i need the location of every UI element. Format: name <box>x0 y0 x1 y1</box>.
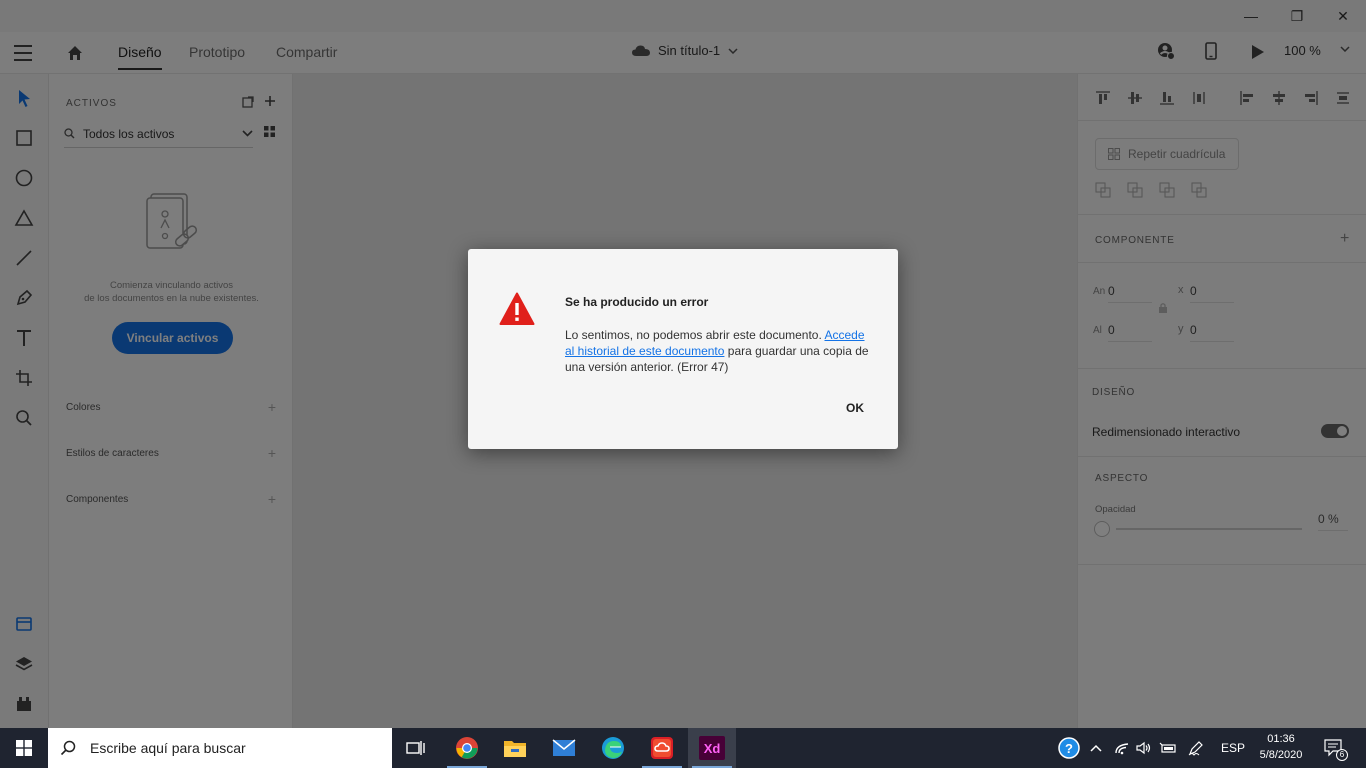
chevron-up-icon <box>1090 744 1102 752</box>
search-icon <box>60 740 76 756</box>
task-view-icon <box>406 741 425 755</box>
taskbar-clock[interactable]: 01:36 5/8/2020 <box>1252 731 1310 763</box>
taskbar-adobe-xd[interactable]: Xd <box>688 728 736 768</box>
input-language-label: ESP <box>1221 741 1246 755</box>
taskbar-file-explorer[interactable] <box>491 728 539 768</box>
chrome-icon <box>456 737 478 759</box>
taskbar-edge[interactable] <box>589 728 637 768</box>
pen-icon <box>1188 741 1203 756</box>
action-center-button[interactable]: 6 <box>1324 728 1348 768</box>
dialog-message-text: Lo sentimos, no podemos abrir este docum… <box>565 328 825 342</box>
start-button[interactable] <box>0 728 48 768</box>
creative-cloud-icon <box>651 737 673 759</box>
notification-count-badge: 6 <box>1336 749 1348 761</box>
system-tray: ? <box>1058 728 1080 768</box>
wifi-icon <box>1115 743 1129 755</box>
svg-text:Xd: Xd <box>704 741 721 756</box>
pen-workspace-tray[interactable] <box>1188 728 1204 768</box>
clock-date: 5/8/2020 <box>1259 749 1303 761</box>
mail-icon <box>552 739 576 756</box>
taskbar-creative-cloud[interactable] <box>638 728 686 768</box>
taskbar-mail[interactable] <box>540 728 588 768</box>
taskbar-search-placeholder: Escribe aquí para buscar <box>90 740 246 756</box>
taskbar-chrome[interactable] <box>443 728 491 768</box>
task-view-button[interactable] <box>392 728 440 768</box>
edge-icon <box>602 737 624 759</box>
battery-plug-icon <box>1159 742 1176 753</box>
windows-logo-icon <box>16 740 32 756</box>
help-icon[interactable]: ? <box>1058 737 1080 759</box>
folder-icon <box>504 741 526 757</box>
power-tray[interactable] <box>1159 728 1177 768</box>
clock-time: 01:36 <box>1267 733 1295 745</box>
ok-button[interactable]: OK <box>846 401 864 415</box>
svg-text:?: ? <box>1065 741 1073 756</box>
show-hidden-icons[interactable] <box>1090 728 1102 768</box>
adobe-xd-icon: Xd <box>699 736 725 760</box>
taskbar-search[interactable]: Escribe aquí para buscar <box>48 728 392 768</box>
volume-tray[interactable] <box>1136 728 1152 768</box>
dialog-message: Lo sentimos, no podemos abrir este docum… <box>565 327 870 375</box>
network-tray[interactable] <box>1114 728 1130 768</box>
input-language[interactable]: ESP <box>1221 728 1245 768</box>
error-dialog: Se ha producido un error Lo sentimos, no… <box>468 249 898 449</box>
dialog-title: Se ha producido un error <box>565 295 709 309</box>
speaker-icon <box>1136 741 1151 755</box>
windows-taskbar: Escribe aquí para buscar Xd ? ESP 01:36 … <box>0 728 1366 768</box>
warning-icon <box>499 292 535 325</box>
